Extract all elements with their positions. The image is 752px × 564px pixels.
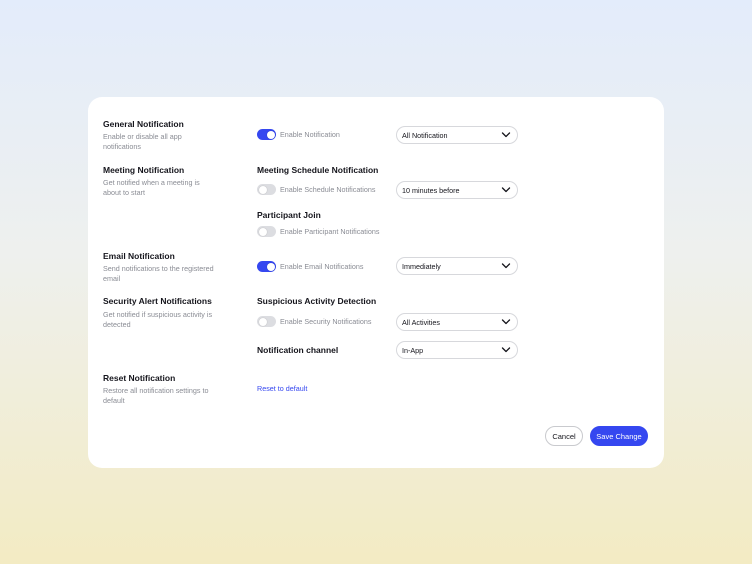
email-notification-description: Send notifications to the registered ema… xyxy=(103,264,214,283)
suspicious-activity-select-value: All Activities xyxy=(402,317,440,327)
general-notification-select-value: All Notification xyxy=(402,130,448,140)
email-notification-select[interactable]: Immediately xyxy=(396,257,518,275)
email-notification-select-value: Immediately xyxy=(402,261,441,271)
general-notification-select[interactable]: All Notification xyxy=(396,126,518,144)
meeting-schedule-toggle-label: Enable Schedule Notifications xyxy=(280,185,376,194)
meeting-notification-description: Get notified when a meeting is about to … xyxy=(103,178,200,197)
chevron-down-icon xyxy=(501,263,511,269)
meeting-schedule-select-value: 10 minutes before xyxy=(402,185,460,195)
notification-channel-select[interactable]: In-App xyxy=(396,341,518,359)
participant-join-title: Participant Join xyxy=(257,210,321,220)
save-change-button[interactable]: Save Change xyxy=(590,426,648,446)
participant-join-toggle-label: Enable Participant Notifications xyxy=(280,227,380,236)
reset-notification-title: Reset Notification xyxy=(103,373,176,383)
suspicious-activity-toggle-label: Enable Security Notifications xyxy=(280,317,372,326)
chevron-down-icon xyxy=(501,319,511,325)
cancel-button[interactable]: Cancel xyxy=(545,426,583,446)
general-notification-toggle[interactable] xyxy=(257,129,276,140)
meeting-schedule-title: Meeting Schedule Notification xyxy=(257,165,379,175)
meeting-schedule-toggle[interactable] xyxy=(257,184,276,195)
participant-join-toggle[interactable] xyxy=(257,226,276,237)
chevron-down-icon xyxy=(501,187,511,193)
reset-notification-description: Restore all notification settings to def… xyxy=(103,386,209,405)
notification-channel-select-value: In-App xyxy=(402,345,424,355)
security-alert-description: Get notified if suspicious activity is d… xyxy=(103,310,213,329)
suspicious-activity-toggle[interactable] xyxy=(257,316,276,327)
general-notification-toggle-label: Enable Notification xyxy=(280,130,340,139)
meeting-notification-title: Meeting Notification xyxy=(103,165,185,175)
notification-settings-card: General Notification Enable or disable a… xyxy=(88,97,664,468)
meeting-schedule-select[interactable]: 10 minutes before xyxy=(396,181,518,199)
suspicious-activity-title: Suspicious Activity Detection xyxy=(257,296,377,306)
reset-to-default-link[interactable]: Reset to default xyxy=(257,384,307,393)
suspicious-activity-select[interactable]: All Activities xyxy=(396,313,518,331)
general-notification-description: Enable or disable all app notifications xyxy=(103,132,182,151)
email-notification-toggle-label: Enable Email Notifications xyxy=(280,262,364,271)
chevron-down-icon xyxy=(501,132,511,138)
email-notification-title: Email Notification xyxy=(103,251,175,261)
email-notification-toggle[interactable] xyxy=(257,261,276,272)
notification-channel-title: Notification channel xyxy=(257,345,339,355)
general-notification-title: General Notification xyxy=(103,119,184,129)
chevron-down-icon xyxy=(501,347,511,353)
security-alert-title: Security Alert Notifications xyxy=(103,296,212,306)
